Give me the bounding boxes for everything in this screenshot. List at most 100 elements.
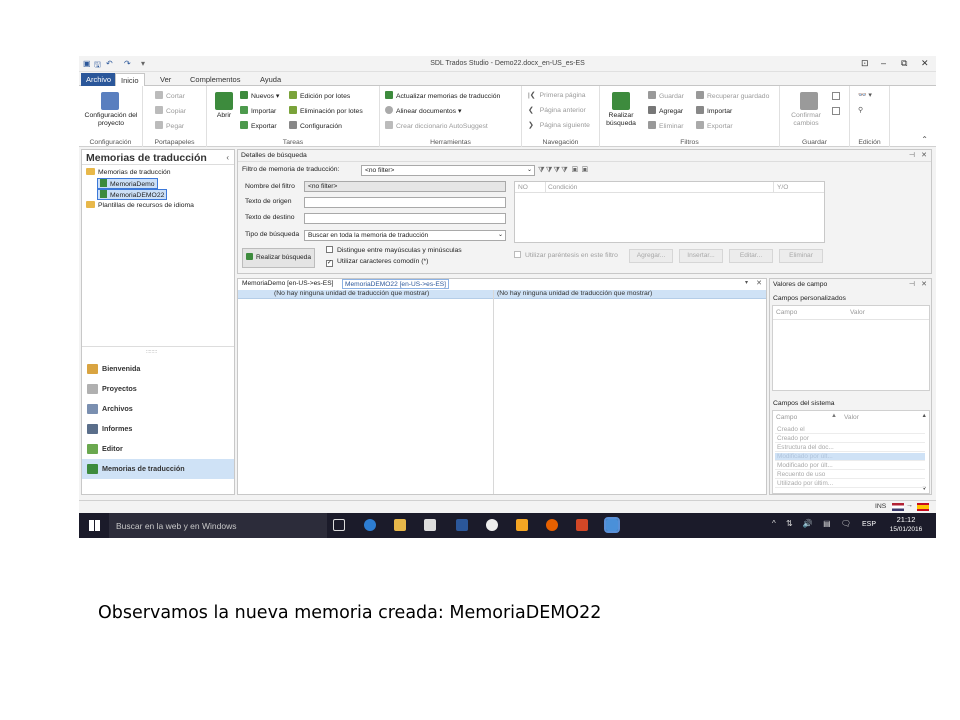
media-icon[interactable] — [516, 519, 528, 531]
filter-select[interactable]: <no filter> ⌄ — [361, 165, 535, 176]
first-page-button[interactable]: |❮ Primera página — [528, 91, 586, 99]
filter-name-field[interactable]: <no filter> — [304, 181, 506, 192]
task-view-icon[interactable] — [333, 519, 345, 531]
custom-fields-grid[interactable]: Campo Valor — [772, 305, 930, 391]
system-row[interactable]: Modificado por últ... — [775, 453, 925, 461]
system-row[interactable]: Estructura del doc... — [775, 444, 925, 452]
app-icon[interactable] — [456, 519, 468, 531]
scroll-up-icon[interactable]: ▲ — [922, 413, 927, 419]
powerpoint-icon[interactable] — [576, 519, 588, 531]
export-filter-button[interactable]: Exportar — [696, 121, 733, 130]
tree-item-memoriademo22[interactable]: MemoriaDEMO22 — [97, 189, 168, 200]
parentheses-checkbox[interactable]: Utilizar paréntesis en este filtro — [514, 251, 618, 259]
collapse-ribbon-icon[interactable]: ⌃ — [921, 135, 928, 144]
align-documents-button[interactable]: Alinear documentos ▾ — [385, 106, 461, 115]
discard-small-icon[interactable] — [832, 107, 840, 115]
create-autosuggest-button[interactable]: Crear diccionario AutoSuggest — [385, 121, 488, 130]
nav-editor[interactable]: Editor — [82, 439, 234, 459]
system-row[interactable]: Creado por — [775, 435, 925, 443]
tree-root[interactable]: Memorias de traducción — [86, 168, 171, 176]
open-button[interactable]: Abrir — [211, 112, 237, 120]
nav-bienvenida[interactable]: Bienvenida — [82, 359, 234, 379]
perform-search-button[interactable]: Realizar búsqueda — [602, 112, 640, 128]
system-row[interactable]: Creado el — [775, 426, 925, 434]
close-panel-icon[interactable]: ✕ — [921, 151, 927, 159]
next-page-button[interactable]: ❯ Página siguiente — [528, 121, 590, 129]
batch-delete-button[interactable]: Eliminación por lotes — [289, 106, 363, 115]
doc-tab-memoriademo22[interactable]: MemoriaDEMO22 [en-US->es-ES] — [342, 279, 449, 289]
close-tab-icon[interactable]: ✕ — [756, 279, 762, 287]
perform-search-button[interactable]: Realizar búsqueda — [242, 248, 315, 268]
new-button[interactable]: Nuevos ▾ — [240, 91, 279, 100]
filter-toolbar-icons[interactable]: ⧩⧩⧩⧩ ▣ ▣ — [538, 165, 589, 175]
store-icon[interactable] — [424, 519, 436, 531]
search-type-select[interactable]: Buscar en toda la memoria de traducción ⌄ — [304, 230, 506, 241]
delete-filter-button[interactable]: Eliminar — [648, 121, 684, 130]
language-indicator[interactable]: ESP — [862, 521, 876, 528]
nav-informes[interactable]: Informes — [82, 419, 234, 439]
tree-item-memoriademo[interactable]: MemoriaDemo — [97, 178, 158, 189]
target-text-input[interactable] — [304, 213, 506, 224]
previous-page-button[interactable]: ❮ Página anterior — [528, 106, 586, 114]
system-row[interactable]: Recuento de uso — [775, 471, 925, 479]
batch-edit-button[interactable]: Edición por lotes — [289, 91, 350, 100]
splitter[interactable] — [82, 346, 234, 347]
import-filter-button[interactable]: Importar — [696, 106, 732, 115]
firefox-icon[interactable] — [546, 519, 558, 531]
taskbar-search-box[interactable]: Buscar en la web y en Windows — [109, 513, 327, 538]
close-button[interactable]: ✕ — [921, 58, 929, 69]
system-fields-grid[interactable]: Campo ▲ Valor ▲ ▼ Creado el Creado por E… — [772, 410, 930, 494]
conditions-grid[interactable]: NO Condición Y/O — [514, 181, 825, 243]
minimize-button[interactable]: – — [881, 58, 886, 68]
collapse-panel-icon[interactable]: ‹ — [226, 153, 229, 162]
export-button[interactable]: Exportar — [240, 121, 277, 130]
close-panel-icon[interactable]: ✕ — [921, 280, 927, 288]
pin-icon[interactable]: ⊣ — [909, 280, 915, 288]
cut-button[interactable]: Cortar — [155, 91, 185, 100]
delete-condition-button[interactable]: Eliminar — [779, 249, 823, 263]
replace-icon[interactable]: ⚲ — [858, 106, 863, 114]
source-text-input[interactable] — [304, 197, 506, 208]
tab-ver[interactable]: Ver — [155, 73, 176, 86]
copy-button[interactable]: Copiar — [155, 106, 186, 115]
tab-list-icon[interactable]: ▾ — [745, 279, 748, 286]
tab-inicio[interactable]: Inicio — [115, 73, 145, 87]
case-sensitive-checkbox[interactable]: Distingue entre mayúsculas y minúsculas — [326, 246, 462, 254]
add-condition-button[interactable]: Agregar... — [629, 249, 673, 263]
splitter-grip[interactable]: :::::::: — [146, 349, 157, 355]
insert-condition-button[interactable]: Insertar... — [679, 249, 723, 263]
find-icon[interactable]: 👓 ▾ — [858, 91, 872, 99]
pin-icon[interactable]: ⊣ — [909, 151, 915, 159]
tab-ayuda[interactable]: Ayuda — [255, 73, 286, 86]
system-tray-icons[interactable]: ^ ⇅ 🔊 ▤ 🗨 — [772, 519, 855, 528]
import-button[interactable]: Importar — [240, 106, 276, 115]
clock-time[interactable]: 21:12 — [886, 515, 926, 524]
settings-button[interactable]: Configuración — [289, 121, 342, 130]
nav-proyectos[interactable]: Proyectos — [82, 379, 234, 399]
update-tm-button[interactable]: Actualizar memorias de traducción — [385, 91, 500, 100]
ribbon-display-icon[interactable]: ⊡ — [861, 58, 869, 69]
restore-button[interactable]: ⧉ — [901, 58, 907, 69]
edge-icon[interactable] — [364, 519, 376, 531]
project-settings-button[interactable]: Configuración del proyecto — [81, 112, 141, 128]
tab-archivo[interactable]: Archivo — [81, 73, 117, 86]
save-small-icon[interactable] — [832, 92, 840, 100]
wildcards-checkbox[interactable]: ✓ Utilizar caracteres comodín (*) — [326, 258, 428, 267]
trados-icon[interactable] — [604, 517, 620, 533]
nav-memorias[interactable]: Memorias de traducción — [82, 459, 234, 479]
tab-complementos[interactable]: Complementos — [185, 73, 245, 86]
recover-saved-button[interactable]: Recuperar guardado — [696, 91, 769, 100]
doc-tab-memoriademo[interactable]: MemoriaDemo [en-US->es-ES] — [240, 279, 335, 289]
edit-condition-button[interactable]: Editar... — [729, 249, 773, 263]
selected-row[interactable]: (No hay ninguna unidad de traducción que… — [238, 290, 766, 299]
tree-item-plantillas[interactable]: Plantillas de recursos de idioma — [86, 201, 194, 209]
system-row[interactable]: Utilizado por últim... — [775, 480, 925, 488]
nav-archivos[interactable]: Archivos — [82, 399, 234, 419]
chrome-icon[interactable] — [486, 519, 498, 531]
add-filter-button[interactable]: Agregar — [648, 106, 683, 115]
system-row[interactable]: Modificado por últ... — [775, 462, 925, 470]
paste-button[interactable]: Pegar — [155, 121, 184, 130]
clock-date[interactable]: 15/01/2016 — [886, 526, 926, 533]
file-explorer-icon[interactable] — [394, 519, 406, 531]
save-filter-button[interactable]: Guardar — [648, 91, 684, 100]
